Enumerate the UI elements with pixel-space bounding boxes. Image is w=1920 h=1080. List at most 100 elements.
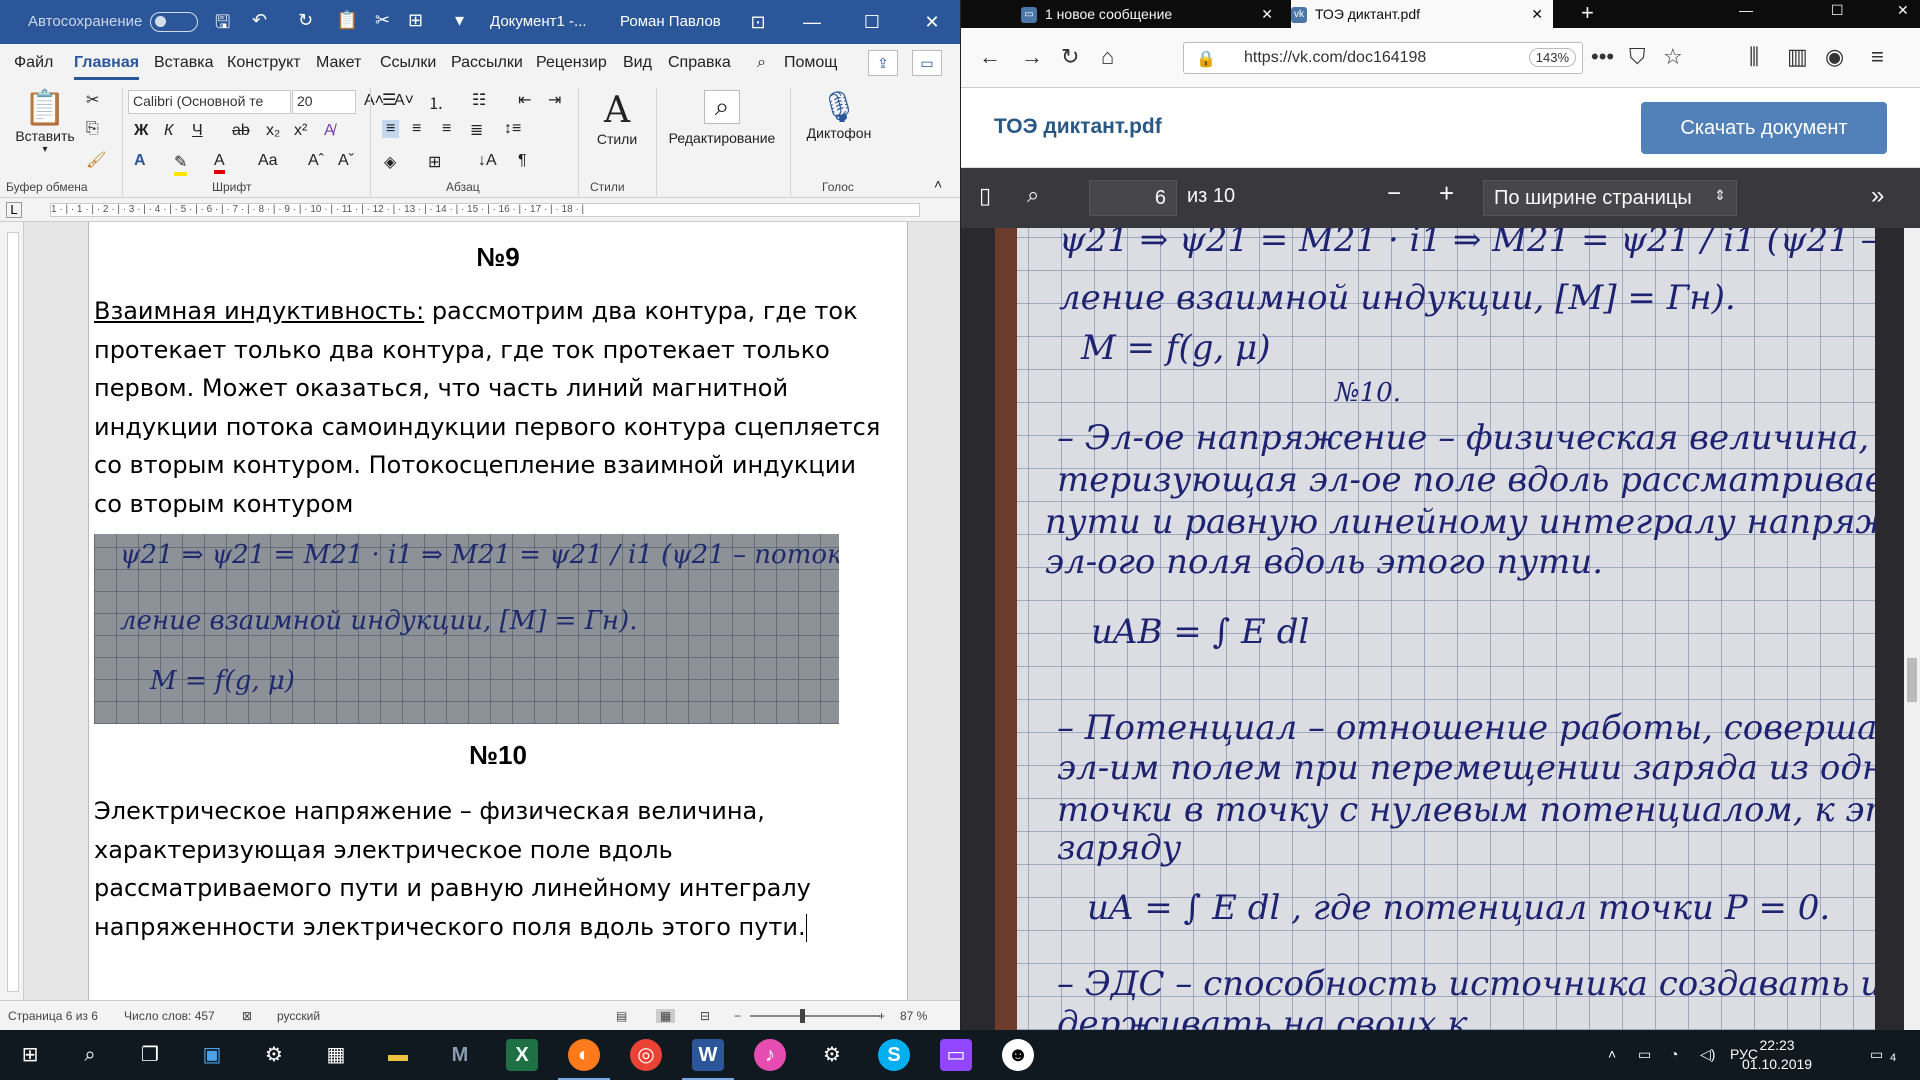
tab-home[interactable]: Главная — [74, 54, 140, 80]
battery-icon[interactable]: ▭ — [1638, 1046, 1651, 1063]
cut-icon[interactable]: ✂ — [86, 90, 99, 110]
zoom-in-icon[interactable]: + — [878, 1009, 885, 1023]
strikethrough-icon[interactable]: ab — [232, 122, 250, 140]
pdf-page-handwriting[interactable]: ψ21 ⇒ ψ21 = M21 · i1 ⇒ M21 = ψ21 / i1 (ψ… — [995, 228, 1875, 1030]
mathcad-icon[interactable]: M — [444, 1039, 476, 1071]
multilevel-list-icon[interactable]: ☷ — [472, 90, 486, 110]
align-left-icon[interactable]: ≡ — [382, 120, 400, 138]
sort-icon[interactable]: ↓A — [478, 152, 497, 170]
task-view-icon[interactable]: ❐ — [134, 1039, 166, 1071]
tools-menu-icon[interactable]: » — [1871, 182, 1884, 210]
tab-mailings[interactable]: Рассылки — [451, 54, 523, 72]
library-icon[interactable]: ⫼ — [1749, 44, 1759, 70]
clear-formatting-icon[interactable]: A̸ — [324, 122, 335, 140]
user-name[interactable]: Роман Павлов — [620, 13, 721, 30]
tab-help[interactable]: Справка — [668, 54, 731, 72]
document-area[interactable]: №9 Взаимная индуктивность: рассмотрим дв… — [24, 222, 960, 1000]
tab-selector-icon[interactable]: L — [6, 202, 22, 218]
proofing-icon[interactable]: ⊠ — [242, 1009, 252, 1023]
format-painter-icon[interactable]: ✂ — [375, 10, 390, 31]
comments-icon[interactable]: ▭ — [912, 50, 942, 76]
lightbulb-search-icon[interactable]: ⌕ — [757, 54, 766, 72]
tab-review[interactable]: Рецензир — [536, 54, 607, 72]
text-effects-icon[interactable]: A — [134, 152, 146, 170]
close-window-icon[interactable]: ✕ — [1897, 2, 1909, 19]
underline-icon[interactable]: Ч — [192, 122, 203, 140]
tab-insert[interactable]: Вставка — [154, 54, 213, 72]
web-layout-icon[interactable]: ⊟ — [700, 1009, 710, 1023]
settings-gear-icon[interactable]: ⚙ — [258, 1039, 290, 1071]
grow-font-icon[interactable]: A˄ — [364, 92, 384, 110]
line-spacing-icon[interactable]: ↕≡ — [504, 120, 521, 138]
tab-references[interactable]: Ссылки — [380, 54, 436, 72]
itunes-icon[interactable]: ♪ — [754, 1039, 786, 1071]
page-actions-icon[interactable]: ••• — [1591, 44, 1614, 70]
page-count[interactable]: Страница 6 из 6 — [8, 1009, 98, 1023]
maximize-icon[interactable]: ☐ — [852, 6, 892, 38]
bookmark-star-icon[interactable]: ☆ — [1663, 44, 1683, 70]
tab-pdf[interactable]: vk ТОЭ диктант.pdf ✕ — [1291, 0, 1553, 28]
notifications-icon[interactable]: ▭ — [1870, 1046, 1883, 1063]
handwritten-notes-image[interactable]: ψ21 ⇒ ψ21 = M21 · i1 ⇒ M21 = ψ21 / i1 (ψ… — [94, 534, 839, 724]
minimize-icon[interactable]: — — [1739, 2, 1753, 18]
highlight-icon[interactable]: ✎ — [174, 152, 188, 176]
collapse-ribbon-icon[interactable]: ˄ — [934, 176, 942, 192]
decrease-indent-icon[interactable]: ⇤ — [518, 90, 531, 110]
editing-button[interactable]: ⌕ Редактирование — [660, 90, 784, 146]
news-app-icon[interactable]: ▣ — [196, 1039, 228, 1071]
account-icon[interactable]: ◉ — [1825, 44, 1844, 70]
pocket-icon[interactable]: ⛉ — [1629, 44, 1646, 70]
tab-file[interactable]: Файл — [14, 54, 53, 72]
zoom-in-icon[interactable]: + — [1439, 178, 1454, 209]
reload-icon[interactable]: ↻ — [1061, 44, 1079, 70]
redo-icon[interactable]: ↻ — [298, 10, 313, 31]
tab-view[interactable]: Вид — [623, 54, 652, 72]
new-tab-icon[interactable]: + — [1581, 0, 1594, 26]
firefox-icon[interactable]: ◐ — [558, 1039, 610, 1080]
font-color-icon[interactable]: A — [214, 152, 225, 174]
zoom-level[interactable]: 87 % — [900, 1009, 927, 1023]
justify-icon[interactable]: ≣ — [470, 120, 483, 140]
forward-icon[interactable]: → — [1021, 44, 1043, 70]
page-number-input[interactable]: 6 — [1089, 180, 1177, 216]
tell-me-search[interactable]: Помощ — [784, 54, 837, 72]
back-icon[interactable]: ← — [979, 44, 1001, 70]
clipboard-icon[interactable]: 📋 — [336, 10, 358, 31]
close-icon[interactable]: ✕ — [912, 6, 952, 38]
pdf-viewer[interactable]: ψ21 ⇒ ψ21 = M21 · i1 ⇒ M21 = ψ21 / i1 (ψ… — [961, 228, 1920, 1030]
tray-chevron-icon[interactable]: ˄ — [1608, 1046, 1616, 1062]
sidebar-toggle-icon[interactable]: ▯ — [979, 183, 991, 209]
increase-indent-icon[interactable]: ⇥ — [548, 90, 561, 110]
format-painter-icon[interactable]: 🖌 — [86, 150, 106, 170]
italic-icon[interactable]: К — [164, 122, 173, 140]
grow-font-2-icon[interactable]: Aˆ — [308, 152, 324, 170]
font-name-select[interactable]: Calibri (Основной те — [128, 90, 291, 114]
undo-icon[interactable]: ↶ — [252, 10, 267, 31]
document-page[interactable]: №9 Взаимная индуктивность: рассмотрим дв… — [88, 222, 908, 1000]
share-icon[interactable]: ⇪ — [868, 50, 898, 76]
clock[interactable]: 22:23 01.10.2019 — [1742, 1036, 1812, 1074]
network-icon[interactable]: ◔ — [1670, 1046, 1678, 1062]
ruler-track[interactable]: 1 · | · 1 · | · 2 · | · 3 · | · 4 · | · … — [50, 203, 920, 217]
dictate-button[interactable]: 🎙 Диктофон — [796, 90, 882, 141]
save-icon[interactable]: 🖫 — [215, 10, 230, 40]
search-icon[interactable]: ⌕ — [74, 1039, 106, 1071]
read-mode-icon[interactable]: ▤ — [616, 1009, 627, 1023]
address-bar[interactable]: 🔒 https://vk.com/doc164198 143% — [1183, 42, 1583, 74]
bold-icon[interactable]: Ж — [134, 122, 148, 140]
paragraph-10[interactable]: Электрическое напряжение – физическая ве… — [94, 792, 884, 946]
minimize-icon[interactable]: — — [792, 6, 832, 38]
home-icon[interactable]: ⌂ — [1101, 44, 1114, 70]
search-icon[interactable]: ⌕ — [1027, 182, 1039, 208]
print-layout-icon[interactable]: ▦ — [656, 1009, 676, 1023]
tab-messages[interactable]: ▭ 1 новое сообщение ✕ — [1021, 0, 1283, 28]
borders-icon[interactable]: ⊞ — [428, 152, 441, 172]
steam-icon[interactable]: ⚙ — [816, 1039, 848, 1071]
subscript-icon[interactable]: x₂ — [266, 122, 280, 140]
volume-icon[interactable]: ◁) — [1700, 1046, 1715, 1063]
messenger-app-icon[interactable]: ☻ — [1002, 1039, 1034, 1071]
excel-icon[interactable]: X — [506, 1039, 538, 1071]
quick-access-icon[interactable]: ⊞ — [408, 10, 423, 31]
ribbon-display-icon[interactable]: ⊡ — [738, 6, 778, 38]
tab-design[interactable]: Конструкт — [227, 54, 301, 72]
